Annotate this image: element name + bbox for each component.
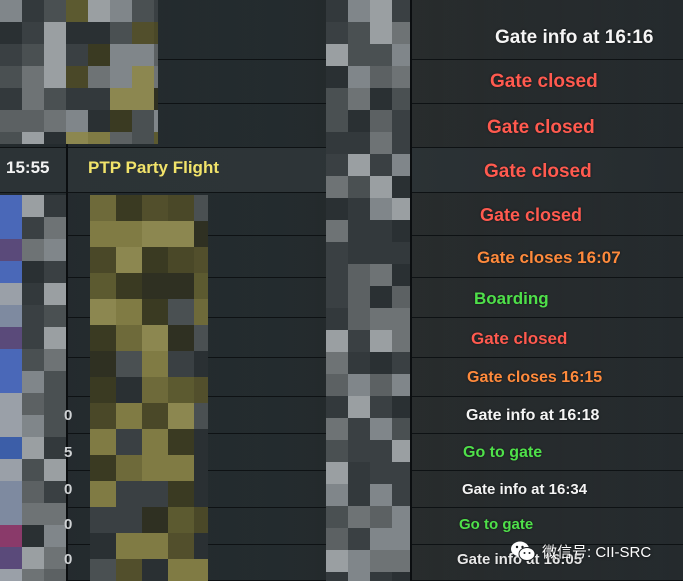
- flight-status: Gate closed: [480, 205, 583, 225]
- flight-status: Gate closed: [490, 71, 598, 92]
- partial-time: 0: [64, 551, 73, 568]
- censored-time-block: [0, 0, 66, 144]
- partial-time: 0: [64, 516, 73, 533]
- censored-flight-block: [90, 195, 208, 581]
- flight-status: Boarding: [474, 289, 549, 308]
- partial-time: 0: [64, 481, 73, 498]
- partial-time: 5: [64, 444, 73, 461]
- watermark: 微信号: CII-SRC: [510, 538, 651, 564]
- departure-board: 15:55 PTP Party Flight 0 5 0 0 0 Gate info at 1…: [0, 0, 683, 581]
- watermark-text: 微信号: CII-SRC: [542, 543, 652, 561]
- wechat-icon: [511, 541, 536, 561]
- partial-time: 0: [64, 407, 73, 424]
- flight-status: Gate info at 16:16: [495, 27, 654, 48]
- censored-airline-block: [0, 195, 22, 581]
- flight-status: Gate closes 16:15: [467, 369, 603, 386]
- flight-status: Gate closed: [487, 117, 595, 138]
- flight-status: Go to gate: [463, 444, 543, 461]
- flight-status: Gate closed: [484, 161, 592, 182]
- flight-name: PTP Party Flight: [88, 158, 219, 177]
- censored-time-block: [22, 195, 66, 581]
- censored-destination-block: [326, 0, 410, 581]
- flight-status: Gate closed: [471, 329, 568, 348]
- flight-status: Gate info at 16:34: [462, 481, 588, 498]
- column-divider: [410, 0, 412, 581]
- flight-status: Gate info at 16:18: [466, 407, 600, 424]
- flight-time: 15:55: [6, 158, 50, 177]
- flight-status: Gate closes 16:07: [477, 248, 621, 267]
- censored-flight-block: [66, 0, 158, 144]
- flight-status: Go to gate: [459, 516, 534, 533]
